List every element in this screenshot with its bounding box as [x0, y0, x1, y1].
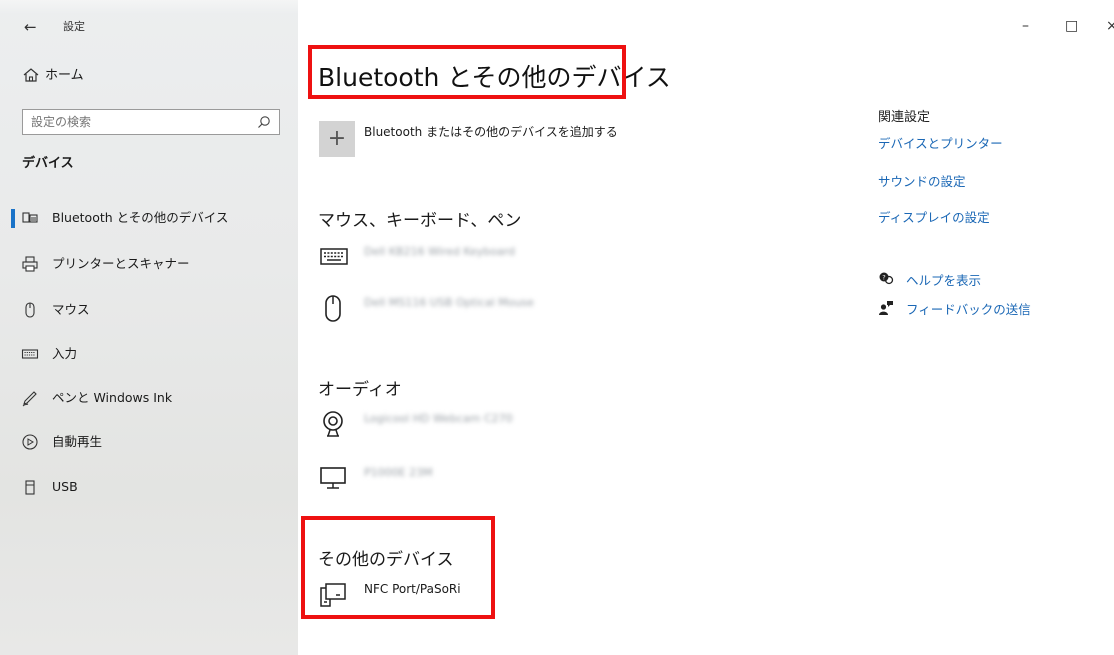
minimize-button[interactable]: –: [1022, 18, 1029, 34]
usb-icon: [25, 480, 35, 495]
search-icon[interactable]: [257, 115, 271, 129]
feedback-person-icon: [879, 301, 893, 315]
section-title: デバイス: [22, 156, 74, 171]
mouse-icon: [325, 295, 341, 322]
sidebar-item-label: 入力: [52, 346, 78, 361]
sidebar: ← 設定 ホーム デバイス Bluetooth とその他のデバイス: [0, 0, 298, 655]
titlebar-left: ← 設定: [0, 14, 298, 40]
sidebar-item-mouse[interactable]: マウス: [0, 292, 298, 328]
link-sound-settings[interactable]: サウンドの設定: [878, 171, 966, 190]
maximize-button[interactable]: □: [1065, 18, 1078, 34]
sidebar-item-pen[interactable]: ペンと Windows Ink: [0, 380, 298, 416]
back-arrow-icon[interactable]: ←: [24, 14, 37, 40]
highlight-box-title: [308, 45, 626, 99]
add-device-label[interactable]: Bluetooth またはその他のデバイスを追加する: [364, 123, 618, 140]
link-display-settings[interactable]: ディスプレイの設定: [878, 207, 990, 226]
device-name: P1000E 23M: [364, 466, 433, 479]
device-name: Logicool HD Webcam C270: [364, 412, 513, 425]
mouse-icon: [25, 302, 35, 318]
add-device-button[interactable]: +: [319, 121, 355, 157]
search-input[interactable]: [23, 110, 251, 134]
nav-home[interactable]: ホーム: [0, 60, 298, 92]
feedback-label: フィードバックの送信: [906, 302, 1031, 317]
device-name: Dell MS116 USB Optical Mouse: [364, 296, 534, 309]
active-indicator: [11, 209, 15, 228]
sidebar-item-label: Bluetooth とその他のデバイス: [52, 210, 229, 225]
group-heading-audio: オーディオ: [318, 380, 402, 400]
close-button[interactable]: ×: [1106, 18, 1114, 34]
related-settings-heading: 関連設定: [878, 110, 931, 125]
keyboard-icon: [21, 349, 39, 359]
link-devices-printers[interactable]: デバイスとプリンター: [878, 133, 1003, 152]
help-label: ヘルプを表示: [906, 273, 982, 288]
device-monitor[interactable]: P1000E 23M: [318, 462, 618, 498]
sidebar-item-label: マウス: [52, 302, 90, 317]
nav-home-label: ホーム: [45, 68, 84, 83]
device-name: Dell KB216 Wired Keyboard: [364, 245, 516, 258]
sidebar-item-label: ペンと Windows Ink: [52, 390, 173, 405]
printer-icon: [22, 256, 38, 272]
help-chat-icon: ?: [879, 272, 894, 285]
bluetooth-devices-icon: [22, 212, 38, 223]
group-heading-input: マウス、キーボード、ペン: [318, 211, 522, 231]
sidebar-item-label: USB: [52, 479, 78, 494]
sidebar-item-bluetooth[interactable]: Bluetooth とその他のデバイス: [0, 200, 298, 236]
sidebar-item-printers[interactable]: プリンターとスキャナー: [0, 246, 298, 282]
highlight-box-other-devices: [301, 516, 495, 619]
keyboard-icon: [320, 248, 348, 265]
app-title: 設定: [63, 20, 85, 33]
search-box[interactable]: [22, 109, 280, 135]
svg-text:?: ?: [882, 273, 885, 281]
sidebar-item-input[interactable]: 入力: [0, 336, 298, 372]
sidebar-item-label: 自動再生: [52, 434, 103, 449]
home-icon: [23, 68, 39, 82]
monitor-icon: [320, 467, 346, 489]
pen-icon: [22, 391, 37, 407]
sidebar-item-label: プリンターとスキャナー: [52, 256, 190, 271]
device-keyboard[interactable]: Dell KB216 Wired Keyboard: [318, 241, 618, 277]
main-content: – □ × Bluetooth とその他のデバイス + Bluetooth また…: [298, 0, 1114, 655]
sidebar-item-usb[interactable]: USB: [0, 469, 298, 505]
sidebar-item-autoplay[interactable]: 自動再生: [0, 424, 298, 460]
plus-icon: +: [327, 126, 347, 151]
webcam-icon: [323, 411, 343, 437]
device-mouse[interactable]: Dell MS116 USB Optical Mouse: [318, 292, 618, 328]
autoplay-icon: [22, 434, 38, 450]
device-webcam[interactable]: Logicool HD Webcam C270: [318, 408, 618, 444]
